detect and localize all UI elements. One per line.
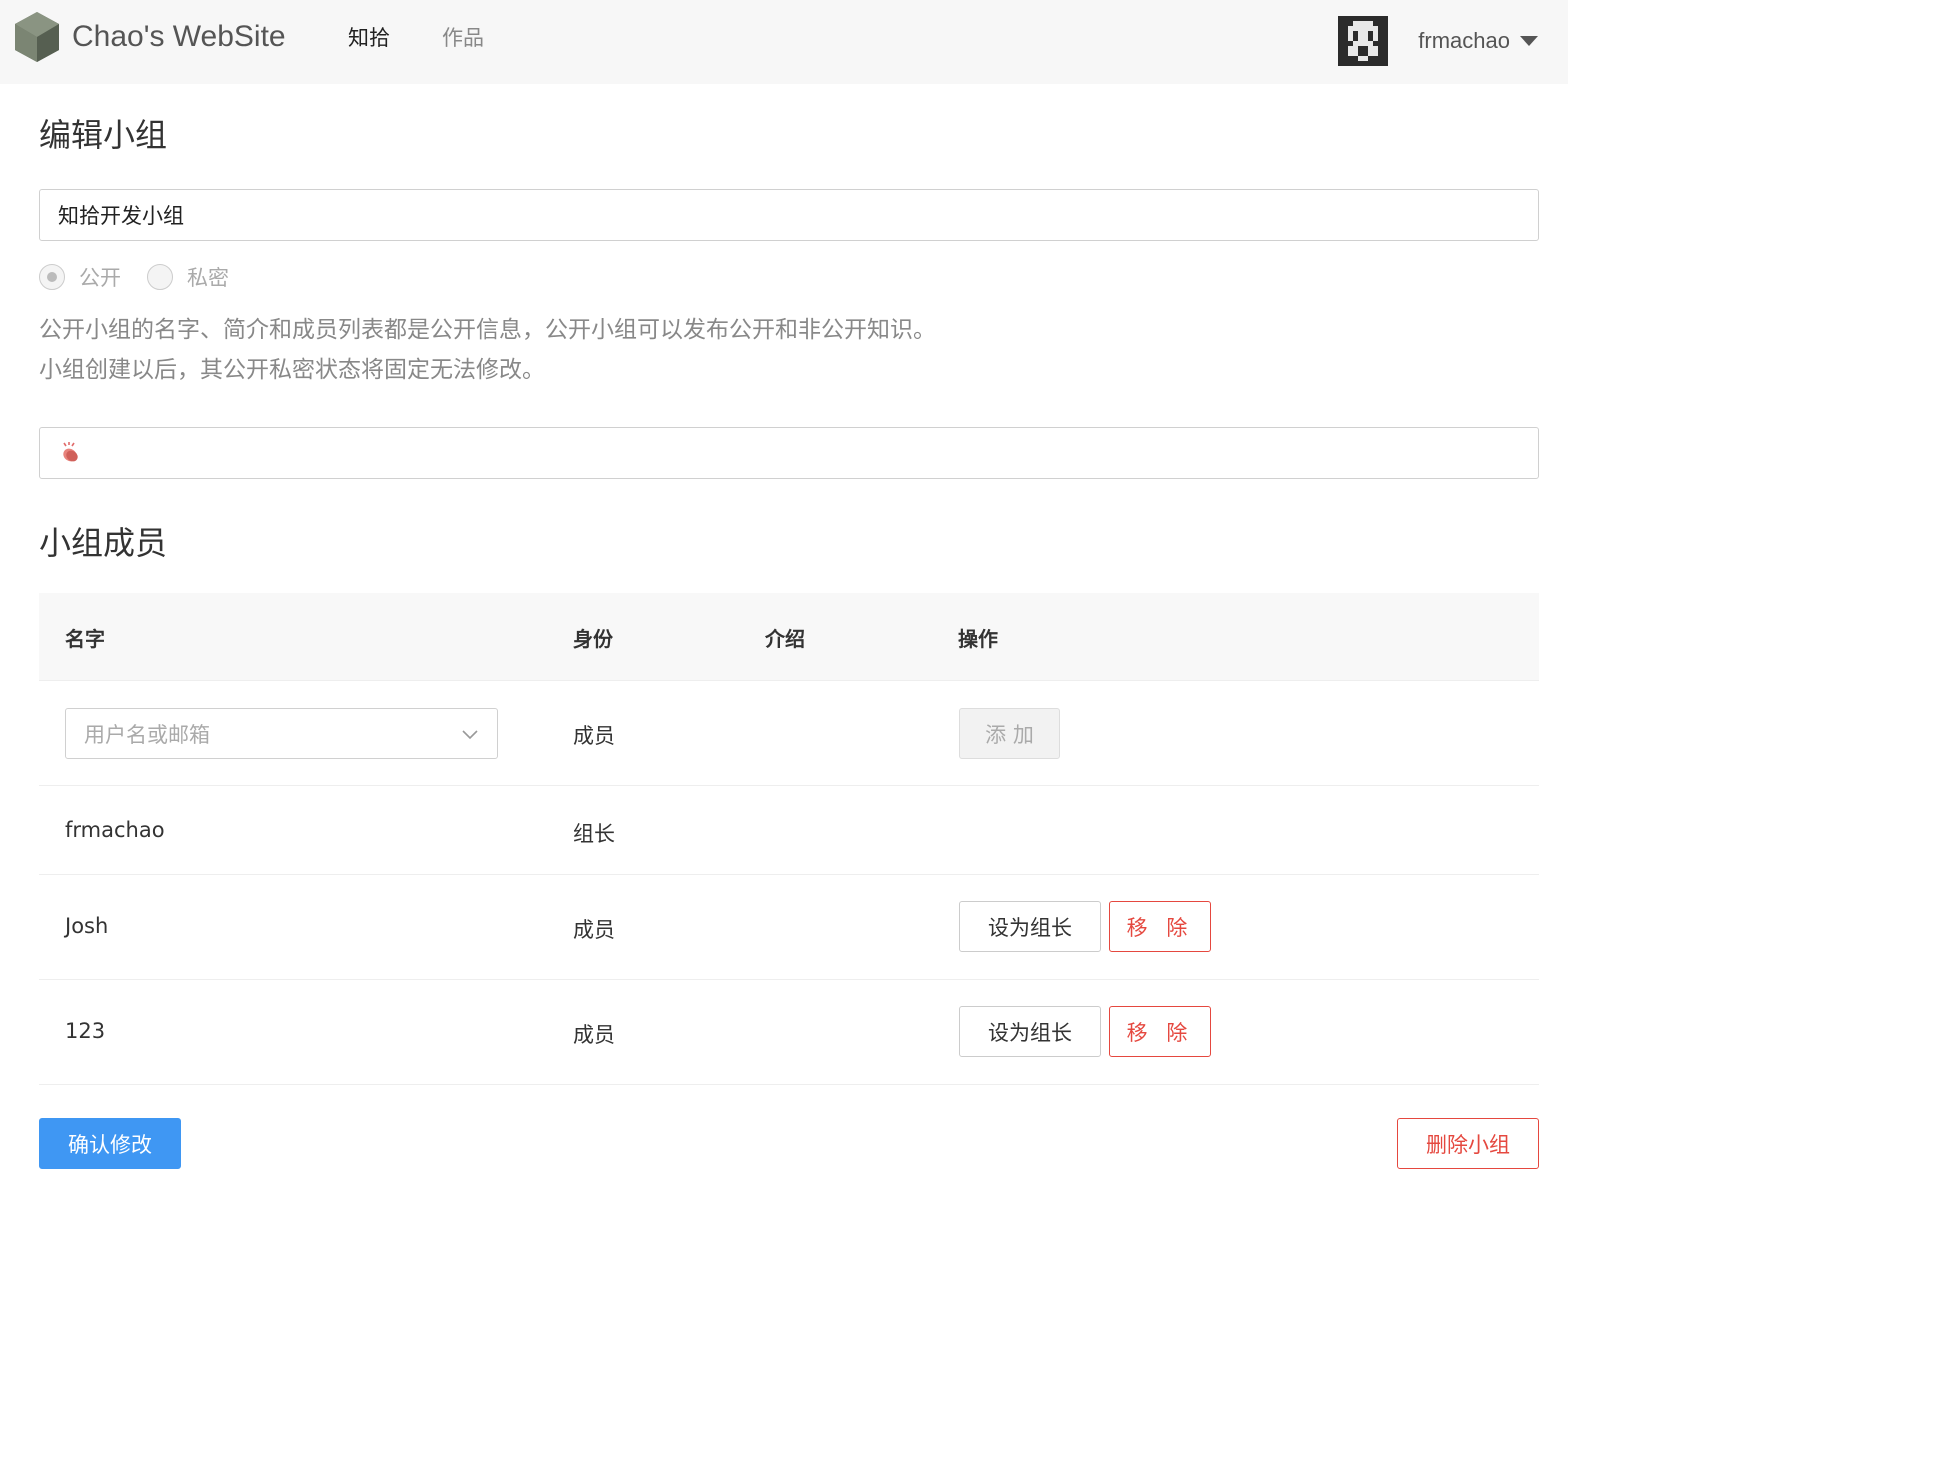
member-name: Josh xyxy=(65,914,109,938)
group-name-value: 知拾开发小组 xyxy=(58,204,184,228)
column-name: 名字 xyxy=(65,627,105,651)
help-text-line-2: 小组创建以后，其公开私密状态将固定无法修改。 xyxy=(39,357,545,383)
username[interactable]: frmachao xyxy=(1418,28,1510,54)
user-select[interactable]: 用户名或邮箱 xyxy=(65,708,498,759)
chevron-down-icon[interactable] xyxy=(461,728,479,740)
nav-link-works[interactable]: 作品 xyxy=(442,22,484,52)
remove-member-button[interactable]: 移 除 xyxy=(1109,1006,1211,1057)
brand[interactable]: Chao's WebSite xyxy=(12,10,286,64)
add-member-button[interactable]: 添 加 xyxy=(959,708,1060,759)
top-navbar: Chao's WebSite 知拾 作品 frmachao xyxy=(0,0,1568,84)
avatar[interactable] xyxy=(1338,16,1389,66)
set-leader-button[interactable]: 设为组长 xyxy=(959,901,1101,952)
add-row-role: 成员 xyxy=(573,724,615,748)
group-name-input[interactable]: 知拾开发小组 xyxy=(39,189,1539,241)
table-header: 名字 身份 介绍 操作 xyxy=(39,593,1539,681)
member-role: 成员 xyxy=(573,918,615,942)
nav-links: 知拾 作品 xyxy=(348,22,484,52)
user-select-placeholder: 用户名或邮箱 xyxy=(84,722,210,747)
member-role: 组长 xyxy=(573,822,615,846)
radio-private[interactable]: 私密 xyxy=(147,262,229,292)
delete-group-button[interactable]: 删除小组 xyxy=(1397,1118,1539,1169)
confirm-button[interactable]: 确认修改 xyxy=(39,1118,181,1169)
add-member-row: 用户名或邮箱 成员 添 加 xyxy=(39,681,1539,786)
visibility-radio-group: 公开 私密 xyxy=(39,262,255,292)
radio-public[interactable]: 公开 xyxy=(39,262,121,292)
clapping-hands-icon xyxy=(63,442,78,462)
page-title: 编辑小组 xyxy=(39,116,168,154)
set-leader-button[interactable]: 设为组长 xyxy=(959,1006,1101,1057)
members-table: 名字 身份 介绍 操作 用户名或邮箱 成员 添 加 frmachao 组长 Jo… xyxy=(39,593,1539,1085)
group-description-input[interactable] xyxy=(39,427,1539,479)
radio-private-indicator[interactable] xyxy=(147,264,173,290)
nav-link-zhishi[interactable]: 知拾 xyxy=(348,22,390,52)
radio-private-label: 私密 xyxy=(187,266,229,290)
user-menu[interactable]: frmachao xyxy=(1338,16,1538,66)
member-name: 123 xyxy=(65,1019,106,1043)
hexagon-logo-icon xyxy=(15,12,59,62)
caret-down-icon[interactable] xyxy=(1520,36,1538,46)
member-name: frmachao xyxy=(65,818,165,842)
table-row: frmachao 组长 xyxy=(39,786,1539,875)
table-row: Josh 成员 设为组长 移 除 xyxy=(39,875,1539,980)
column-intro: 介绍 xyxy=(765,627,805,651)
radio-public-label: 公开 xyxy=(79,266,121,290)
member-role: 成员 xyxy=(573,1023,615,1047)
members-title: 小组成员 xyxy=(39,524,168,562)
table-row: 123 成员 设为组长 移 除 xyxy=(39,980,1539,1085)
help-text-line-1: 公开小组的名字、简介和成员列表都是公开信息，公开小组可以发布公开和非公开知识。 xyxy=(39,317,936,343)
remove-member-button[interactable]: 移 除 xyxy=(1109,901,1211,952)
brand-title: Chao's WebSite xyxy=(72,20,286,53)
radio-public-indicator[interactable] xyxy=(39,264,65,290)
column-role: 身份 xyxy=(573,627,613,651)
column-actions: 操作 xyxy=(958,627,998,651)
